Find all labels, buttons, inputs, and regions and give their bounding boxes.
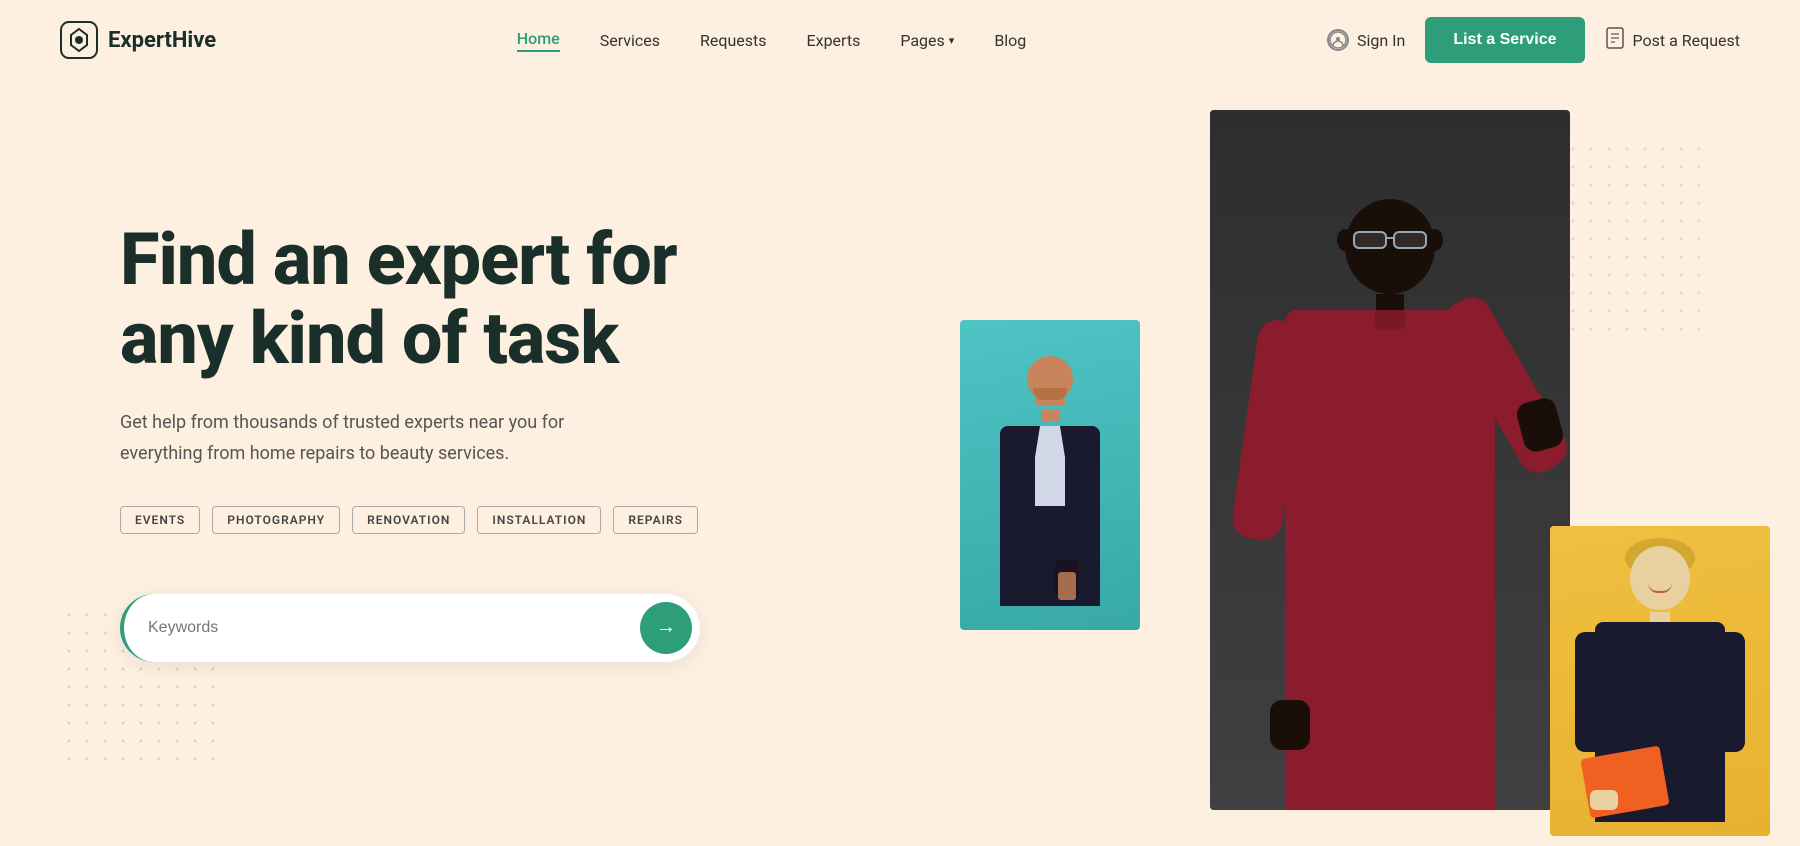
header: ExpertHive Home Services Requests Expert… xyxy=(0,0,1800,80)
sign-in-button[interactable]: Sign In xyxy=(1327,29,1405,51)
nav-blog[interactable]: Blog xyxy=(994,31,1026,50)
chevron-down-icon: ▾ xyxy=(949,34,955,47)
document-icon xyxy=(1605,27,1625,54)
search-button[interactable]: → xyxy=(640,602,692,654)
post-request-button[interactable]: Post a Request xyxy=(1605,27,1740,54)
logo-icon xyxy=(60,21,98,59)
tag-events[interactable]: EVENTS xyxy=(120,506,200,534)
nav-services[interactable]: Services xyxy=(600,31,660,50)
image-woman xyxy=(1550,526,1770,836)
image-suit-man xyxy=(960,320,1140,630)
main-nav: Home Services Requests Experts Pages ▾ B… xyxy=(517,29,1027,52)
hero-content: Find an expert for any kind of task Get … xyxy=(120,140,820,662)
tag-list: EVENTS PHOTOGRAPHY RENOVATION INSTALLATI… xyxy=(120,506,820,534)
nav-home[interactable]: Home xyxy=(517,29,560,52)
search-bar: → xyxy=(120,594,700,662)
hero-section: Find an expert for any kind of task Get … xyxy=(0,80,1800,846)
logo-text: ExpertHive xyxy=(108,28,216,53)
logo[interactable]: ExpertHive xyxy=(60,21,216,59)
tag-renovation[interactable]: RENOVATION xyxy=(352,506,465,534)
hero-subtitle: Get help from thousands of trusted exper… xyxy=(120,408,640,469)
nav-experts[interactable]: Experts xyxy=(807,31,861,50)
nav-pages[interactable]: Pages ▾ xyxy=(900,31,954,50)
nav-requests[interactable]: Requests xyxy=(700,31,767,50)
search-input[interactable] xyxy=(148,619,640,637)
tag-photography[interactable]: PHOTOGRAPHY xyxy=(212,506,340,534)
arrow-right-icon: → xyxy=(656,616,676,639)
list-service-button[interactable]: List a Service xyxy=(1425,17,1584,63)
user-circle-icon xyxy=(1327,29,1349,51)
hero-title: Find an expert for any kind of task xyxy=(120,220,820,378)
tag-repairs[interactable]: REPAIRS xyxy=(613,506,698,534)
nav-right: Sign In List a Service Post a Request xyxy=(1327,17,1740,63)
tag-installation[interactable]: INSTALLATION xyxy=(477,506,601,534)
image-main-man xyxy=(1210,110,1570,810)
